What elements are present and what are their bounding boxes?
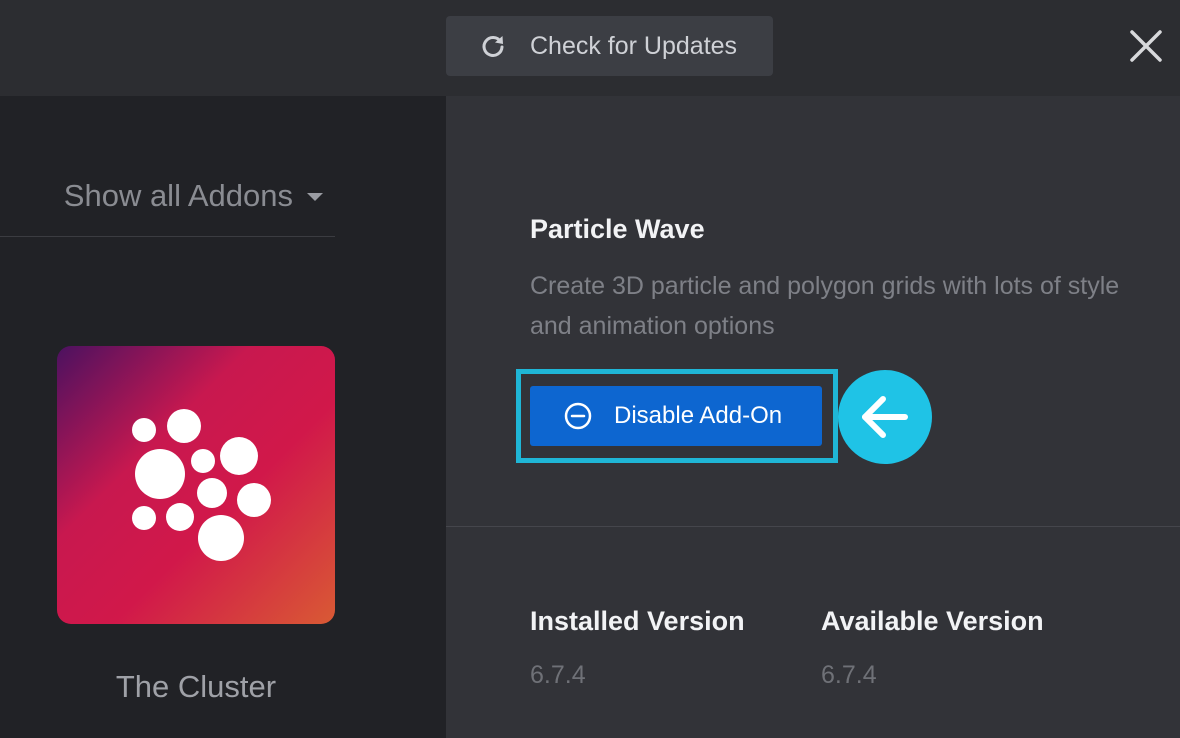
- sidebar-divider: [0, 236, 335, 237]
- close-icon[interactable]: [1128, 28, 1164, 64]
- installed-version-label: Installed Version: [530, 606, 745, 636]
- addon-name: The Cluster: [115, 669, 277, 704]
- available-version: Available Version 6.7.4: [821, 606, 1044, 690]
- check-for-updates-label: Check for Updates: [530, 31, 738, 60]
- installed-version-value: 6.7.4: [530, 661, 586, 689]
- refresh-icon: [480, 33, 506, 59]
- addon-thumbnail[interactable]: [57, 346, 335, 624]
- disable-addon-label: Disable Add-On: [614, 402, 783, 429]
- arrow-left-icon: [838, 370, 932, 464]
- addon-description: Create 3D particle and polygon grids wit…: [530, 272, 1120, 340]
- available-version-value: 6.7.4: [821, 661, 877, 689]
- addon-detail-panel: Particle Wave Create 3D particle and pol…: [446, 96, 1180, 738]
- available-version-label: Available Version: [821, 606, 1044, 636]
- installed-version: Installed Version 6.7.4: [530, 606, 745, 690]
- addon-title: Particle Wave: [530, 214, 705, 244]
- top-bar: Check for Updates: [0, 0, 1180, 96]
- caret-down-icon: [307, 193, 323, 201]
- section-divider: [446, 526, 1180, 527]
- addons-sidebar: Show all Addons The Cluster: [0, 96, 446, 738]
- cluster-dots-icon: [132, 409, 271, 561]
- check-for-updates-button[interactable]: Check for Updates: [446, 16, 773, 76]
- addon-filter-label: Show all Addons: [63, 178, 293, 213]
- addon-filter-dropdown[interactable]: Show all Addons: [0, 156, 335, 236]
- disable-addon-button[interactable]: Disable Add-On: [530, 386, 822, 446]
- minus-circle-icon: [564, 402, 592, 430]
